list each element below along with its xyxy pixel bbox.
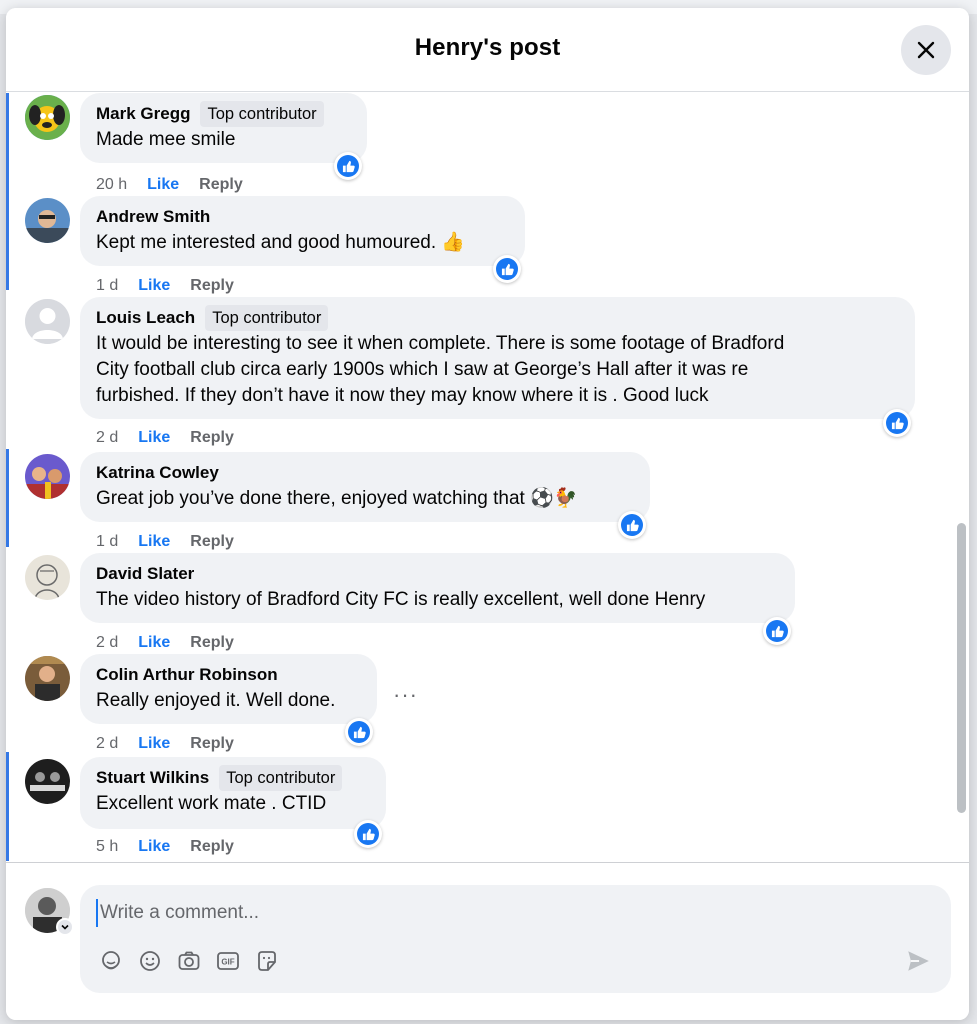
comment-text: Made mee smile [96,129,236,150]
like-reaction[interactable] [763,617,791,645]
like-reaction[interactable] [493,255,521,283]
comment-text: It would be interesting to see it when c… [96,333,785,406]
comment-bubble: Colin Arthur Robinson Really enjoyed it.… [80,654,377,724]
comment-time[interactable]: 5 h [96,838,118,856]
avatar[interactable] [25,198,70,243]
like-reaction[interactable] [354,820,382,848]
avatar[interactable] [25,299,70,344]
dialog-header: Henry's post [6,8,969,92]
thumbs-up-icon [342,160,355,172]
comment-bubble: Katrina Cowley Great job you’ve done the… [80,452,650,522]
reply-button[interactable]: Reply [199,176,243,194]
top-contributor-badge: Top contributor [219,765,343,791]
reply-button[interactable]: Reply [190,277,234,295]
sticker-icon[interactable] [254,948,280,974]
comment-time[interactable]: 1 d [96,277,118,295]
comment-actions: 20 h Like Reply [96,176,243,194]
like-reaction[interactable] [618,511,646,539]
thumbs-up-icon [362,828,375,840]
comment-bubble: Louis Leach Top contributor It would be … [80,297,915,419]
comment-bubble: Mark Gregg Top contributor Made mee smil… [80,93,367,163]
commenter-name[interactable]: Mark Gregg [96,104,190,124]
like-button[interactable]: Like [147,176,179,194]
commenter-name[interactable]: David Slater [96,564,194,584]
close-button[interactable] [901,25,951,75]
comment-text: Great job you’ve done there, enjoyed wat… [96,488,578,509]
top-contributor-badge: Top contributor [200,101,324,127]
comment-time[interactable]: 1 d [96,533,118,551]
like-reaction[interactable] [334,152,362,180]
like-button[interactable]: Like [138,533,170,551]
like-button[interactable]: Like [138,634,170,652]
comment-actions: 2 d Like Reply [96,429,234,447]
composer-toolbar: GIF [98,948,280,974]
comment-actions: 2 d Like Reply [96,634,234,652]
reply-thread-line [6,93,9,290]
avatar[interactable] [25,656,70,701]
comment-actions: 1 d Like Reply [96,533,234,551]
commenter-name[interactable]: Katrina Cowley [96,463,219,483]
composer-box: GIF [80,885,951,993]
commenter-name[interactable]: Louis Leach [96,308,195,328]
avatar[interactable] [25,95,70,140]
like-button[interactable]: Like [138,277,170,295]
camera-icon[interactable] [176,948,202,974]
avatar[interactable] [25,454,70,499]
commenter-name[interactable]: Colin Arthur Robinson [96,665,278,685]
like-button[interactable]: Like [138,838,170,856]
reply-button[interactable]: Reply [190,533,234,551]
chevron-down-icon[interactable] [56,918,74,936]
thumbs-up-icon [771,625,784,637]
comment-time[interactable]: 2 d [96,429,118,447]
thumbs-up-icon [353,726,366,738]
post-dialog: Henry's post Mark Gregg Top contributor … [6,8,969,1020]
top-contributor-badge: Top contributor [205,305,329,331]
comment-text: Kept me interested and good humoured. 👍 [96,232,466,253]
like-button[interactable]: Like [138,735,170,753]
more-options-icon[interactable]: ··· [393,682,418,708]
comment-bubble: Andrew Smith Kept me interested and good… [80,196,525,266]
reply-thread-line [6,752,9,861]
close-icon [917,41,935,59]
comment-text: The video history of Bradford City FC is… [96,589,706,610]
comment-time[interactable]: 2 d [96,634,118,652]
comment-text: Excellent work mate . CTID [96,793,327,814]
comment-bubble: David Slater The video history of Bradfo… [80,553,795,623]
thumbs-up-icon [891,417,904,429]
commenter-name[interactable]: Andrew Smith [96,207,210,227]
comment-composer: GIF [6,862,969,1020]
reply-thread-line [6,449,9,547]
thumbs-up-emoji: 👍 [441,232,466,253]
commenter-name[interactable]: Stuart Wilkins [96,768,209,788]
reply-button[interactable]: Reply [190,735,234,753]
reply-button[interactable]: Reply [190,838,234,856]
svg-text:GIF: GIF [221,958,234,967]
comment-time[interactable]: 2 d [96,735,118,753]
comment-input[interactable] [96,899,916,927]
comment-actions: 1 d Like Reply [96,277,234,295]
dialog-title: Henry's post [414,34,561,61]
comment-actions: 5 h Like Reply [96,838,234,856]
avatar-sticker-icon[interactable] [98,948,124,974]
avatar[interactable] [25,759,70,804]
reply-button[interactable]: Reply [190,634,234,652]
scrollbar-thumb[interactable] [957,523,966,813]
like-reaction[interactable] [883,409,911,437]
comment-time[interactable]: 20 h [96,176,127,194]
comment-actions: 2 d Like Reply [96,735,234,753]
comment-list[interactable]: Mark Gregg Top contributor Made mee smil… [6,93,969,861]
avatar[interactable] [25,555,70,600]
thumbs-up-icon [501,263,514,275]
reply-button[interactable]: Reply [190,429,234,447]
emoji-icon[interactable] [137,948,163,974]
comment-text: Really enjoyed it. Well done. [96,690,336,711]
like-reaction[interactable] [345,718,373,746]
like-button[interactable]: Like [138,429,170,447]
comment-bubble: Stuart Wilkins Top contributor Excellent… [80,757,386,829]
gif-icon[interactable]: GIF [215,948,241,974]
thumbs-up-icon [626,519,639,531]
football-rooster-emoji: ⚽🐓 [530,488,578,509]
send-icon[interactable] [905,948,931,974]
